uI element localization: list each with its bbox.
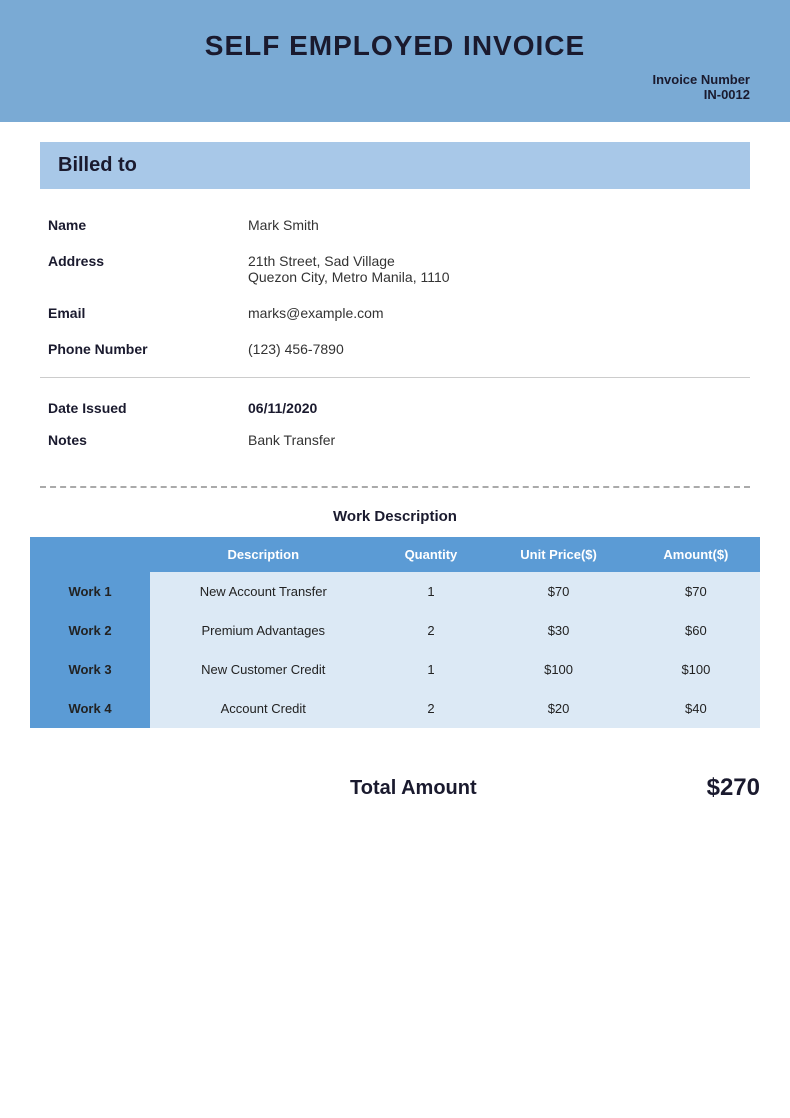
header: SELF EMPLOYED INVOICE Invoice Number IN-…: [0, 0, 790, 122]
col-header-amount: Amount($): [632, 537, 760, 572]
work-description: New Customer Credit: [150, 650, 377, 689]
page: SELF EMPLOYED INVOICE Invoice Number IN-…: [0, 0, 790, 1118]
col-header-description: Description: [150, 537, 377, 572]
total-value: $270: [707, 774, 760, 802]
notes-row: Notes Bank Transfer: [40, 424, 750, 456]
total-label: Total Amount: [350, 777, 477, 800]
email-label: Email: [40, 295, 240, 331]
work-label-cell: Work 4: [30, 689, 150, 728]
col-header-empty: [30, 537, 150, 572]
notes-value: Bank Transfer: [240, 424, 750, 456]
work-unit-price: $30: [485, 611, 631, 650]
work-unit-price: $20: [485, 689, 631, 728]
date-label: Date Issued: [40, 392, 240, 424]
table-row: Work 2 Premium Advantages 2 $30 $60: [30, 611, 760, 650]
name-value: Mark Smith: [240, 207, 750, 243]
address-line2: Quezon City, Metro Manila, 1110: [248, 269, 450, 285]
divider: [40, 377, 750, 378]
work-quantity: 1: [377, 572, 486, 611]
phone-label: Phone Number: [40, 331, 240, 367]
name-label: Name: [40, 207, 240, 243]
phone-row: Phone Number (123) 456-7890: [40, 331, 750, 367]
work-quantity: 2: [377, 611, 486, 650]
phone-value: (123) 456-7890: [240, 331, 750, 367]
work-description: Premium Advantages: [150, 611, 377, 650]
work-description: Account Credit: [150, 689, 377, 728]
address-value: 21th Street, Sad Village Quezon City, Me…: [240, 243, 750, 295]
work-quantity: 2: [377, 689, 486, 728]
billed-to-section: Billed to Name Mark Smith Address 21th S…: [0, 122, 790, 466]
work-table: Description Quantity Unit Price($) Amoun…: [30, 537, 760, 728]
work-quantity: 1: [377, 650, 486, 689]
address-row: Address 21th Street, Sad Village Quezon …: [40, 243, 750, 295]
dashed-separator: [40, 486, 750, 488]
invoice-number-label: Invoice Number: [40, 72, 750, 87]
name-row: Name Mark Smith: [40, 207, 750, 243]
work-unit-price: $70: [485, 572, 631, 611]
work-unit-price: $100: [485, 650, 631, 689]
invoice-number-block: Invoice Number IN-0012: [40, 72, 750, 102]
work-label-cell: Work 2: [30, 611, 150, 650]
total-row: Total Amount $270: [0, 758, 790, 822]
email-value: marks@example.com: [240, 295, 750, 331]
address-label: Address: [40, 243, 240, 295]
work-section: Work Description Description Quantity Un…: [0, 508, 790, 748]
billed-to-header: Billed to: [40, 142, 750, 189]
table-row: Work 1 New Account Transfer 1 $70 $70: [30, 572, 760, 611]
work-label-cell: Work 1: [30, 572, 150, 611]
col-header-quantity: Quantity: [377, 537, 486, 572]
table-row: Work 4 Account Credit 2 $20 $40: [30, 689, 760, 728]
invoice-number-value: IN-0012: [40, 87, 750, 102]
date-value: 06/11/2020: [240, 392, 750, 424]
work-section-title: Work Description: [30, 508, 760, 525]
date-row: Date Issued 06/11/2020: [40, 392, 750, 424]
work-amount: $100: [632, 650, 760, 689]
work-amount: $40: [632, 689, 760, 728]
work-amount: $60: [632, 611, 760, 650]
col-header-unit-price: Unit Price($): [485, 537, 631, 572]
date-notes-table: Date Issued 06/11/2020 Notes Bank Transf…: [40, 392, 750, 456]
billing-info-table: Name Mark Smith Address 21th Street, Sad…: [40, 207, 750, 367]
email-row: Email marks@example.com: [40, 295, 750, 331]
page-title: SELF EMPLOYED INVOICE: [40, 30, 750, 62]
table-row: Work 3 New Customer Credit 1 $100 $100: [30, 650, 760, 689]
work-description: New Account Transfer: [150, 572, 377, 611]
notes-label: Notes: [40, 424, 240, 456]
work-amount: $70: [632, 572, 760, 611]
work-label-cell: Work 3: [30, 650, 150, 689]
table-header-row: Description Quantity Unit Price($) Amoun…: [30, 537, 760, 572]
address-line1: 21th Street, Sad Village: [248, 253, 395, 269]
